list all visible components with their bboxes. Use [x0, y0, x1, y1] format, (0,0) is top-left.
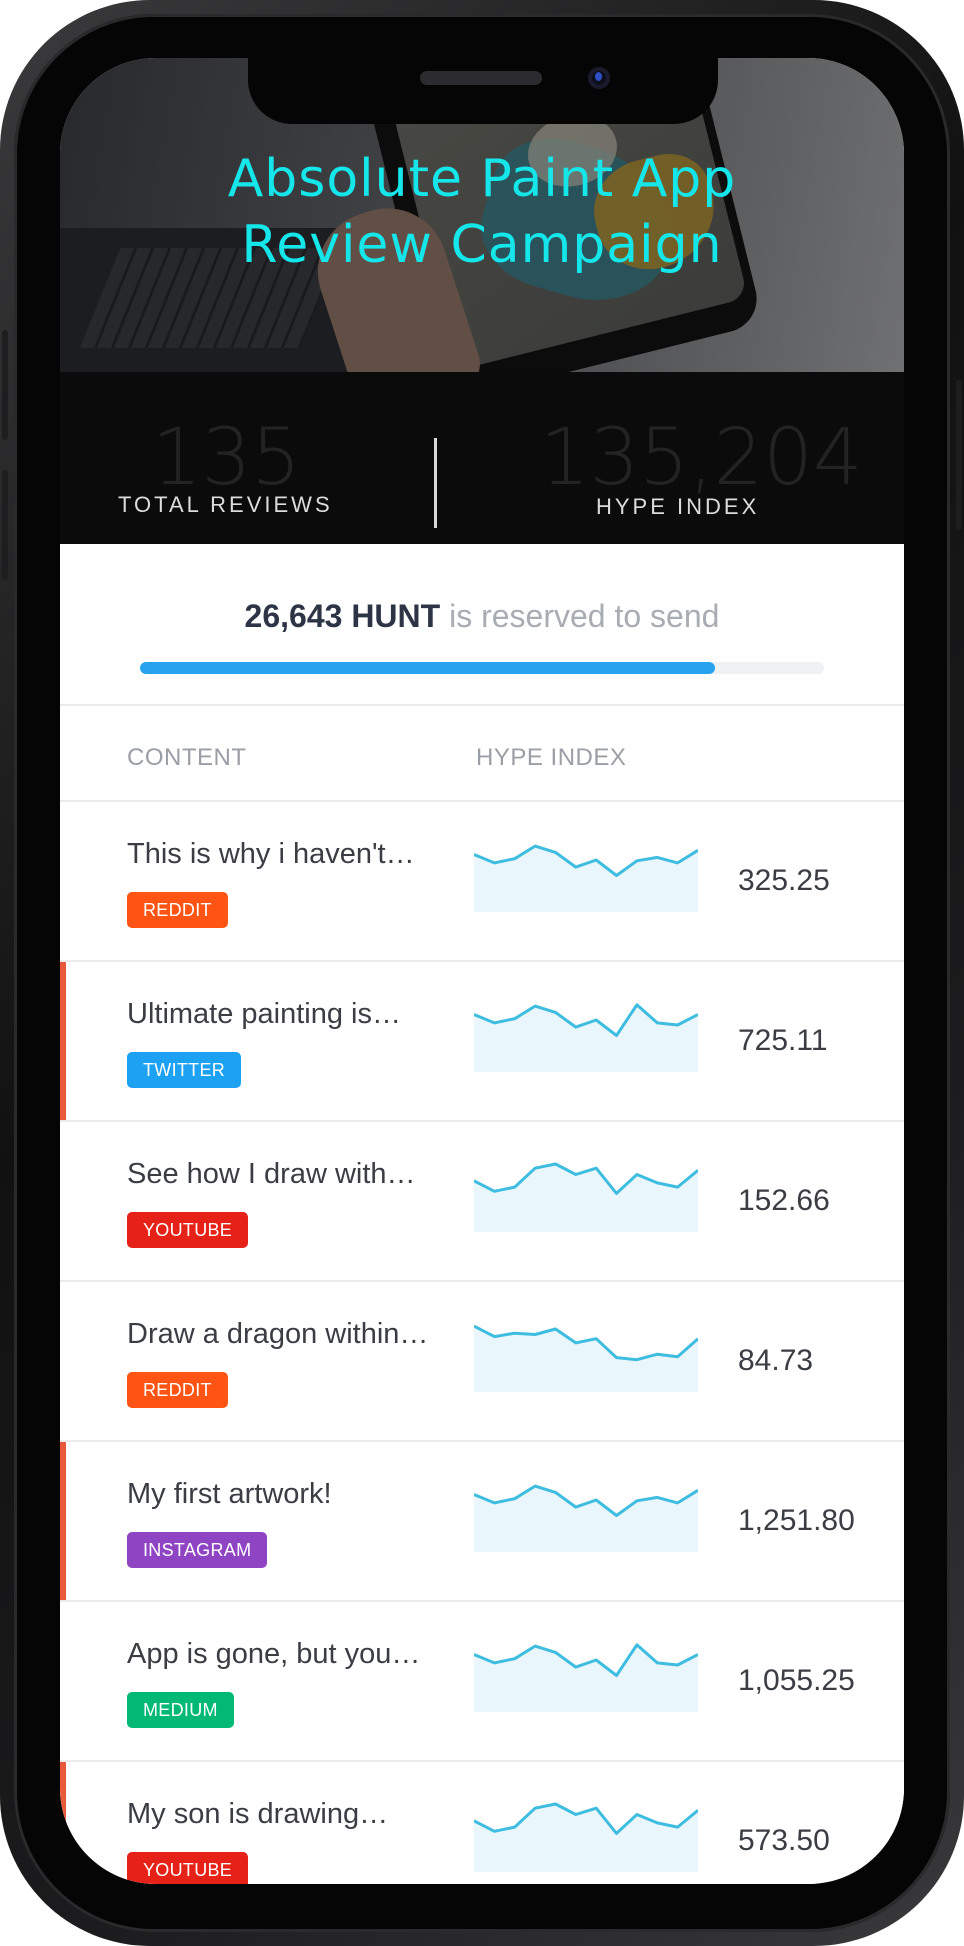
sparkline-area: [474, 846, 698, 912]
notch: [248, 58, 718, 124]
total-reviews-label: TOTAL REVIEWS: [118, 492, 333, 517]
sparkline-area: [474, 1486, 698, 1552]
reserve-caption: is reserved to send: [449, 598, 720, 634]
reserve-progress-bar: [140, 662, 824, 674]
total-reviews-value: 135: [152, 413, 301, 503]
front-camera-icon: [588, 67, 610, 89]
hype-index-value: 1,251.80: [738, 1504, 855, 1537]
campaign-title: Absolute Paint App Review Campaign: [60, 146, 904, 278]
hype-sparkline: [474, 844, 698, 912]
hype-sparkline: [474, 1003, 698, 1072]
campaign-title-line2: Review Campaign: [241, 215, 723, 275]
table-row[interactable]: My son is drawing… YOUTUBE 573.50: [60, 1762, 904, 1884]
row-title[interactable]: My son is drawing…: [127, 1798, 447, 1831]
row-title[interactable]: My first artwork!: [127, 1478, 447, 1511]
hype-sparkline: [474, 1643, 698, 1712]
table-row[interactable]: App is gone, but you… MEDIUM 1,055.25: [60, 1602, 904, 1762]
table-row[interactable]: See how I draw with… YOUTUBE 152.66: [60, 1122, 904, 1282]
row-title[interactable]: Draw a dragon within…: [127, 1318, 447, 1351]
reserve-progress-fill: [140, 662, 715, 674]
hype-index-value: 135,204: [540, 413, 863, 503]
volume-up-button: [2, 330, 8, 440]
hype-index-value: 325.25: [738, 864, 830, 897]
row-title[interactable]: See how I draw with…: [127, 1158, 447, 1191]
hype-sparkline: [474, 1484, 698, 1552]
earpiece-speaker: [420, 71, 542, 85]
column-header-hype-index[interactable]: HYPE INDEX: [476, 744, 626, 772]
table-header: CONTENT HYPE INDEX: [60, 706, 904, 802]
stats-divider: [434, 438, 437, 528]
phone-screen: Absolute Paint App Review Campaign 135 T…: [60, 58, 904, 1884]
platform-badge: YOUTUBE: [127, 1852, 249, 1884]
sparkline-area: [474, 1644, 698, 1712]
hype-index-value: 152.66: [738, 1184, 830, 1217]
hype-index-label: HYPE INDEX: [596, 494, 760, 519]
platform-badge: REDDIT: [127, 1372, 228, 1408]
hype-sparkline: [474, 1802, 698, 1872]
row-flag-accent: [60, 1442, 66, 1600]
row-flag-accent: [60, 962, 66, 1120]
table-row[interactable]: Draw a dragon within… REDDIT 84.73: [60, 1282, 904, 1442]
volume-down-button: [2, 470, 8, 580]
hype-index-value: 725.11: [738, 1024, 828, 1057]
hype-index-value: 573.50: [738, 1824, 830, 1857]
sparkline-area: [474, 1004, 698, 1072]
reserve-card: 26,643 HUNT is reserved to send: [60, 544, 904, 706]
table-row[interactable]: My first artwork! INSTAGRAM 1,251.80: [60, 1442, 904, 1602]
row-title[interactable]: App is gone, but you…: [127, 1638, 447, 1671]
table-row[interactable]: This is why i haven't… REDDIT 325.25: [60, 802, 904, 962]
sparkline-area: [474, 1326, 698, 1392]
campaign-title-line1: Absolute Paint App: [227, 149, 737, 209]
table-row[interactable]: Ultimate painting is… TWITTER 725.11: [60, 962, 904, 1122]
power-button: [956, 380, 962, 530]
platform-badge: MEDIUM: [127, 1692, 234, 1728]
row-flag-accent: [60, 1762, 66, 1884]
platform-badge: YOUTUBE: [127, 1212, 249, 1248]
hype-sparkline: [474, 1324, 698, 1392]
platform-badge: REDDIT: [127, 892, 228, 928]
reserve-amount: 26,643 HUNT: [244, 598, 441, 634]
row-title[interactable]: This is why i haven't…: [127, 838, 447, 871]
hype-index-value: 1,055.25: [738, 1664, 855, 1697]
platform-badge: TWITTER: [127, 1052, 242, 1088]
hype-sparkline: [474, 1162, 698, 1232]
column-header-content[interactable]: CONTENT: [127, 744, 247, 772]
sparkline-area: [474, 1804, 698, 1872]
stats-band: 135 TOTAL REVIEWS 135,204 HYPE INDEX: [60, 372, 904, 544]
hype-index-value: 84.73: [738, 1344, 814, 1377]
row-title[interactable]: Ultimate painting is…: [127, 998, 447, 1031]
platform-badge: INSTAGRAM: [127, 1532, 268, 1568]
sparkline-area: [474, 1164, 698, 1232]
reserve-text: 26,643 HUNT is reserved to send: [60, 598, 904, 635]
